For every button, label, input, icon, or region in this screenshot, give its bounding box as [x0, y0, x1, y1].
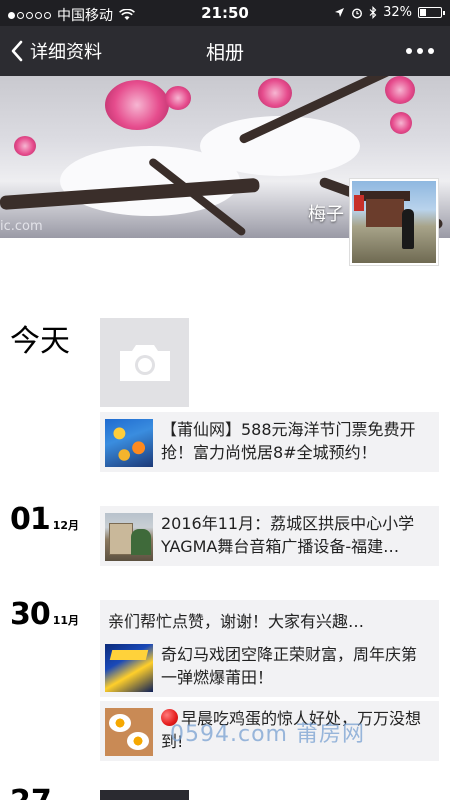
entry-title: 奇幻马戏团空降正荣财富，周年庆第一弹燃爆莆田！ [161, 645, 418, 687]
date-day: 01 [10, 502, 51, 537]
date-label: 30 11月 [10, 597, 79, 632]
eggs-thumbnail [105, 708, 153, 756]
building-thumbnail [105, 513, 153, 561]
bluetooth-icon [369, 6, 377, 19]
entry-title: 亲们帮忙点赞，谢谢！大家有兴趣… [108, 612, 365, 631]
blossom-shape [105, 80, 169, 130]
more-dot [406, 48, 412, 54]
page-watermark: 0594.com 莆房网 [170, 722, 365, 747]
add-photo-button[interactable] [100, 318, 189, 407]
page-title: 相册 [205, 42, 244, 64]
camera-icon [119, 344, 170, 381]
list-item[interactable]: 2016年11月：荔城区拱辰中心小学YAGMA舞台音箱广播设备-福建… [100, 506, 439, 566]
status-right: 32% [334, 5, 445, 20]
more-button[interactable] [406, 40, 434, 54]
flowers-thumbnail [105, 419, 153, 467]
date-label: 01 12月 [10, 502, 79, 537]
nav-bar: 详细资料 相册 [0, 26, 450, 76]
list-item[interactable]: 奇幻马戏团空降正荣财富，周年庆第一弹燃爆莆田！ [100, 637, 439, 697]
date-day: 27 [10, 784, 52, 800]
blossom-shape [390, 112, 412, 134]
list-item[interactable]: 【莆仙网】588元海洋节门票免费开抢！富力尚悦居8#全城预约！ [100, 412, 439, 472]
date-month: 11月 [52, 614, 80, 627]
entry-title: 【莆仙网】588元海洋节门票免费开抢！富力尚悦居8#全城预约！ [161, 420, 416, 462]
battery-percent: 32% [383, 5, 412, 20]
today-label: 今天 [10, 324, 70, 359]
date-month: 12月 [52, 519, 80, 532]
avatar[interactable] [349, 178, 439, 266]
avatar-photo [352, 181, 436, 263]
blossom-shape [385, 76, 415, 104]
profile-name: 梅子 [308, 204, 344, 225]
cover-watermark: ic.com [0, 219, 43, 234]
date-day: 30 [10, 597, 51, 632]
status-bar: 中国移动 21:50 32% [0, 0, 450, 26]
battery-icon [418, 7, 445, 18]
more-dot [417, 48, 423, 54]
blossom-shape [165, 86, 191, 110]
list-item-thumbnail[interactable] [100, 790, 189, 800]
alarm-icon [352, 7, 363, 19]
blossom-shape [258, 78, 292, 108]
entry-title: 2016年11月：荔城区拱辰中心小学YAGMA舞台音箱广播设备-福建… [161, 514, 415, 556]
location-icon [335, 8, 345, 17]
list-item[interactable]: 亲们帮忙点赞，谢谢！大家有兴趣… [100, 600, 439, 638]
circus-thumbnail [105, 644, 153, 692]
more-dot [428, 48, 434, 54]
blossom-shape [14, 136, 36, 156]
